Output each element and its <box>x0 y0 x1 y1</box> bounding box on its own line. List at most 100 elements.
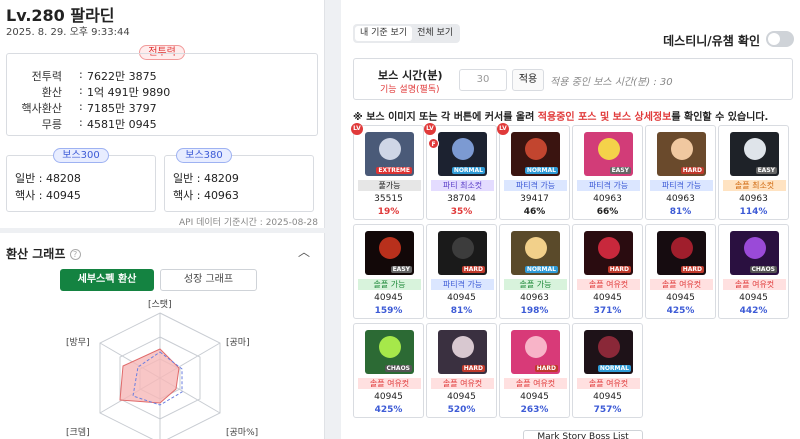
boss-percent: 198% <box>520 306 549 316</box>
boss-image[interactable]: EASY <box>365 231 414 275</box>
boss-card[interactable]: HARD 솔플 여유컷 40945 371% <box>572 224 643 319</box>
boss-image[interactable]: HARD <box>511 330 560 374</box>
boss-image[interactable]: HARD <box>584 231 633 275</box>
boss-image[interactable]: HARD <box>657 231 706 275</box>
tab-all-view[interactable]: 전체 보기 <box>412 26 458 41</box>
boss-image[interactable]: NORMAL <box>511 231 560 275</box>
boss-status-badge[interactable]: 풀가능 <box>358 180 421 191</box>
boss-image[interactable]: NORMAL <box>438 132 487 176</box>
boss-image[interactable]: CHAOS <box>365 330 414 374</box>
boss-image[interactable]: NORMAL <box>584 330 633 374</box>
stat-label: 환산 <box>41 86 62 99</box>
boss-panel: 내 기준 보기 전체 보기 데스티니/유챔 확인 보스 시간(분) 기능 설명(… <box>341 0 800 439</box>
story-boss-button[interactable]: Mark Story Boss List <box>523 430 643 439</box>
level-warning-icon: LV <box>351 123 363 135</box>
tab-growth-graph[interactable]: 성장 그래프 <box>160 269 257 291</box>
boss-portrait-icon <box>379 138 401 160</box>
boss-status-badge[interactable]: 파티격 가능 <box>431 279 494 290</box>
boss-status-badge[interactable]: 솔플 여유컷 <box>723 279 786 290</box>
radar-label-attack: [공마] <box>226 338 250 348</box>
boss-card[interactable]: CHAOS 솔플 여유컷 40945 442% <box>718 224 789 319</box>
boss-card[interactable]: EASY 파티격 가능 40963 66% <box>572 125 643 220</box>
boss-difficulty-badge: NORMAL <box>524 167 558 174</box>
boss-card[interactable]: HARD 솔플 여유컷 40945 520% <box>426 323 497 418</box>
stat-value: 7185만 3797 <box>87 102 157 115</box>
boss-image[interactable]: EASY <box>730 132 779 176</box>
boss-image[interactable]: NORMAL <box>511 132 560 176</box>
boss-time-label: 보스 시간(분) <box>378 69 443 82</box>
boss-difficulty-badge: HARD <box>534 365 558 372</box>
boss-time-box: 보스 시간(분) 기능 설명(펼독) 30 적용 적용 중인 보스 시간(분) … <box>353 58 793 100</box>
boss-status-badge[interactable]: 솔플 여유컷 <box>504 378 567 389</box>
boss-status-badge[interactable]: 파티격 가능 <box>650 180 713 191</box>
boss-time-help-link[interactable]: 기능 설명(펼독) <box>380 82 440 95</box>
boss-image[interactable]: HARD <box>657 132 706 176</box>
boss-card[interactable]: NORMAL 솔플 여유컷 40945 757% <box>572 323 643 418</box>
boss-power-value: 40945 <box>593 392 622 402</box>
boss-card[interactable]: EASY 솔플 최소컷 40963 114% <box>718 125 789 220</box>
boss-status-badge[interactable]: 파티격 가능 <box>577 180 640 191</box>
boss-card[interactable]: HARD 솔플 여유컷 40945 425% <box>645 224 716 319</box>
boss-portrait-icon <box>525 138 547 160</box>
boss-card[interactable]: HARD 솔플 여유컷 40945 263% <box>499 323 570 418</box>
collapse-icon[interactable]: ︿ <box>298 243 310 260</box>
boss-image[interactable]: CHAOS <box>730 231 779 275</box>
boss-card[interactable]: HARD 파티격 가능 40945 81% <box>426 224 497 319</box>
boss-status-badge[interactable]: 솔플 여유컷 <box>358 378 421 389</box>
boss-portrait-icon <box>598 237 620 259</box>
boss-image[interactable]: HARD <box>438 231 487 275</box>
boss-status-badge[interactable]: 솔플 여유컷 <box>577 378 640 389</box>
boss-image[interactable]: EXTREME <box>365 132 414 176</box>
boss-power-value: 40945 <box>520 392 549 402</box>
boss-power-value: 40963 <box>666 194 695 204</box>
boss-difficulty-badge: HARD <box>461 266 485 273</box>
boss-status-badge[interactable]: 파티 최소컷 <box>431 180 494 191</box>
graph-card: 환산 그래프 ? ︿ 세부스펙 환산 성장 그래프 [스탯] [공마] [공마%… <box>0 233 325 439</box>
help-icon[interactable]: ? <box>69 249 81 260</box>
boss-difficulty-badge: CHAOS <box>384 365 412 372</box>
boss-difficulty-badge: NORMAL <box>451 167 485 174</box>
boss-card[interactable]: HARD 파티격 가능 40963 81% <box>645 125 716 220</box>
boss-card[interactable]: CHAOS 솔플 여유컷 40945 425% <box>353 323 424 418</box>
api-note: API 데이터 기준시간 : 2025-08-28 <box>179 218 318 228</box>
boss-time-input[interactable]: 30 <box>459 69 507 91</box>
boss-difficulty-badge: NORMAL <box>597 365 631 372</box>
boss-difficulty-badge: EASY <box>755 167 777 174</box>
boss-status-badge[interactable]: 솔플 가능 <box>504 279 567 290</box>
apply-button[interactable]: 적용 <box>512 69 544 91</box>
boss-power-value: 40963 <box>739 194 768 204</box>
boss-status-badge[interactable]: 솔플 여유컷 <box>577 279 640 290</box>
stat-value: 1억 491만 9890 <box>87 86 171 99</box>
destiny-toggle[interactable] <box>766 31 794 47</box>
boss-status-badge[interactable]: 파티격 가능 <box>504 180 567 191</box>
boss-power-value: 40945 <box>374 293 403 303</box>
boss-power-value: 39417 <box>520 194 549 204</box>
boss-power-value: 40945 <box>739 293 768 303</box>
force-badge-icon: F <box>428 138 439 149</box>
boss380-hexa: 핵사 : 40963 <box>173 189 239 202</box>
boss-power-value: 40945 <box>666 293 695 303</box>
boss-percent: 425% <box>666 306 695 316</box>
boss-card[interactable]: NORMAL 솔플 가능 40963 198% <box>499 224 570 319</box>
boss-card[interactable]: EXTREME LV 풀가능 35515 19% <box>351 123 424 220</box>
boss-portrait-icon <box>379 336 401 358</box>
boss-percent: 81% <box>450 306 473 316</box>
boss-card[interactable]: EASY 솔플 가능 40945 159% <box>353 224 424 319</box>
boss-image[interactable]: HARD <box>438 330 487 374</box>
boss-status-badge[interactable]: 솔플 여유컷 <box>650 279 713 290</box>
boss-portrait-icon <box>598 138 620 160</box>
boss-difficulty-badge: EASY <box>609 167 631 174</box>
boss-card[interactable]: NORMAL LV 파티격 가능 39417 46% <box>497 123 570 220</box>
boss-status-badge[interactable]: 솔플 최소컷 <box>723 180 786 191</box>
boss380-normal: 일반 : 48209 <box>173 172 239 185</box>
tab-my-view[interactable]: 내 기준 보기 <box>355 26 413 41</box>
boss-power-value: 40945 <box>593 293 622 303</box>
boss300-pill: 보스300 <box>53 148 109 163</box>
boss-status-badge[interactable]: 솔플 가능 <box>358 279 421 290</box>
tab-detail-spec[interactable]: 세부스펙 환산 <box>60 269 154 291</box>
boss-status-badge[interactable]: 솔플 여유컷 <box>431 378 494 389</box>
boss-portrait-icon <box>671 138 693 160</box>
boss-card[interactable]: NORMAL LV F 파티 최소컷 38704 35% <box>424 123 497 220</box>
boss-difficulty-badge: HARD <box>680 266 704 273</box>
boss-image[interactable]: EASY <box>584 132 633 176</box>
